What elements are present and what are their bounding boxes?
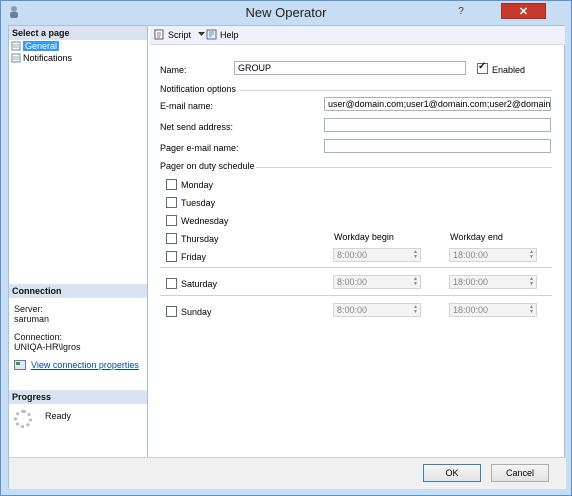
workday-begin-label: Workday begin — [334, 232, 394, 242]
view-connection-properties-link[interactable]: View connection properties — [14, 360, 139, 370]
page-item-notifications[interactable]: Notifications — [9, 52, 72, 64]
general-page-form: Name: GROUP Enabled Notification options… — [150, 45, 565, 457]
net-send-address-label: Net send address: — [160, 122, 234, 132]
left-panel: Select a page General Notifications Conn… — [9, 26, 148, 457]
pager-schedule-divider — [256, 167, 552, 168]
progress-status: Ready — [45, 411, 72, 421]
page-item-label: General — [23, 41, 60, 51]
friday-label: Friday — [181, 252, 207, 262]
friday-begin-value: 8:00:00 — [337, 250, 368, 260]
saturday-workday-end[interactable]: 18:00:00 ▲ ▼ — [449, 275, 537, 289]
time-spinner-icon[interactable]: ▲ ▼ — [413, 250, 418, 260]
sunday-workday-end[interactable]: 18:00:00 ▲ ▼ — [449, 303, 537, 317]
help-label: Help — [220, 29, 239, 40]
notification-options-divider — [240, 90, 552, 91]
sunday-workday-begin[interactable]: 8:00:00 ▲ ▼ — [333, 303, 421, 317]
view-connection-properties-label: View connection properties — [31, 360, 139, 370]
page-item-label: Notifications — [23, 53, 73, 63]
email-name-label: E-mail name: — [160, 101, 214, 111]
monday-label: Monday — [181, 180, 214, 190]
button-bar: OK Cancel — [9, 457, 566, 489]
saturday-checkbox[interactable] — [166, 278, 177, 289]
name-input[interactable]: GROUP — [234, 61, 466, 75]
ok-button[interactable]: OK — [423, 464, 481, 482]
sunday-begin-value: 8:00:00 — [337, 305, 368, 315]
saturday-begin-value: 8:00:00 — [337, 277, 368, 287]
dialog-client-area: Select a page General Notifications Conn… — [8, 25, 566, 489]
enabled-checkbox[interactable] — [477, 61, 488, 74]
saturday-end-value: 18:00:00 — [453, 277, 489, 287]
time-spinner-icon[interactable]: ▲ ▼ — [413, 277, 418, 287]
net-send-address-input[interactable] — [324, 118, 551, 132]
thursday-checkbox[interactable] — [166, 233, 177, 244]
help-button[interactable]: Help — [206, 29, 239, 40]
pager-schedule-label: Pager on duty schedule — [160, 161, 255, 171]
help-icon — [206, 29, 217, 40]
pager-email-name-input[interactable] — [324, 139, 551, 153]
progress-header: Progress — [9, 390, 147, 404]
script-icon — [154, 29, 164, 40]
sunday-label: Sunday — [181, 307, 212, 317]
script-label: Script — [168, 29, 192, 40]
connection-value: UNIQA-HR\lgros — [14, 342, 81, 352]
server-label: Server: — [14, 304, 44, 314]
page-icon — [11, 53, 21, 63]
connection-header: Connection — [9, 284, 147, 298]
sunday-checkbox[interactable] — [166, 306, 177, 317]
help-title-button[interactable]: ? — [448, 3, 474, 19]
friday-workday-begin[interactable]: 8:00:00 ▲ ▼ — [333, 248, 421, 262]
progress-spinner-icon — [14, 410, 32, 428]
time-spinner-icon[interactable]: ▲ ▼ — [413, 305, 418, 315]
monday-checkbox[interactable] — [166, 179, 177, 190]
close-button[interactable]: ✕ — [501, 3, 546, 19]
server-value: saruman — [14, 314, 50, 324]
page-item-general[interactable]: General — [9, 40, 60, 52]
window-title: New Operator — [245, 5, 327, 20]
time-spinner-icon[interactable]: ▲ ▼ — [529, 277, 534, 287]
script-button[interactable]: Script — [154, 29, 206, 40]
title-bar[interactable]: New Operator ? ✕ — [1, 1, 571, 25]
tuesday-label: Tuesday — [181, 198, 216, 208]
tuesday-checkbox[interactable] — [166, 197, 177, 208]
select-page-header: Select a page — [9, 26, 147, 40]
pager-email-name-label: Pager e-mail name: — [160, 143, 239, 153]
thursday-label: Thursday — [181, 234, 219, 244]
notification-options-label: Notification options — [160, 84, 237, 94]
new-operator-window: New Operator ? ✕ Select a page General N… — [0, 0, 572, 496]
enabled-label: Enabled — [492, 65, 526, 75]
connection-properties-icon — [14, 360, 26, 370]
chevron-down-icon[interactable] — [198, 32, 206, 37]
cancel-button[interactable]: Cancel — [491, 464, 549, 482]
saturday-workday-begin[interactable]: 8:00:00 ▲ ▼ — [333, 275, 421, 289]
sunday-end-value: 18:00:00 — [453, 305, 489, 315]
wednesday-checkbox[interactable] — [166, 215, 177, 226]
day-separator — [160, 295, 552, 296]
time-spinner-icon[interactable]: ▲ ▼ — [529, 305, 534, 315]
friday-end-value: 18:00:00 — [453, 250, 489, 260]
workday-end-label: Workday end — [450, 232, 503, 242]
time-spinner-icon[interactable]: ▲ ▼ — [529, 250, 534, 260]
friday-workday-end[interactable]: 18:00:00 ▲ ▼ — [449, 248, 537, 262]
page-icon — [11, 41, 21, 51]
connection-label: Connection: — [14, 332, 63, 342]
day-separator — [160, 267, 552, 268]
toolbar: Script Help — [150, 26, 565, 45]
friday-checkbox[interactable] — [166, 251, 177, 262]
wednesday-label: Wednesday — [181, 216, 229, 226]
saturday-label: Saturday — [181, 279, 218, 289]
email-name-input[interactable]: user@domain.com;user1@domain.com;user2@d… — [324, 97, 551, 111]
name-label: Name: — [160, 65, 187, 75]
